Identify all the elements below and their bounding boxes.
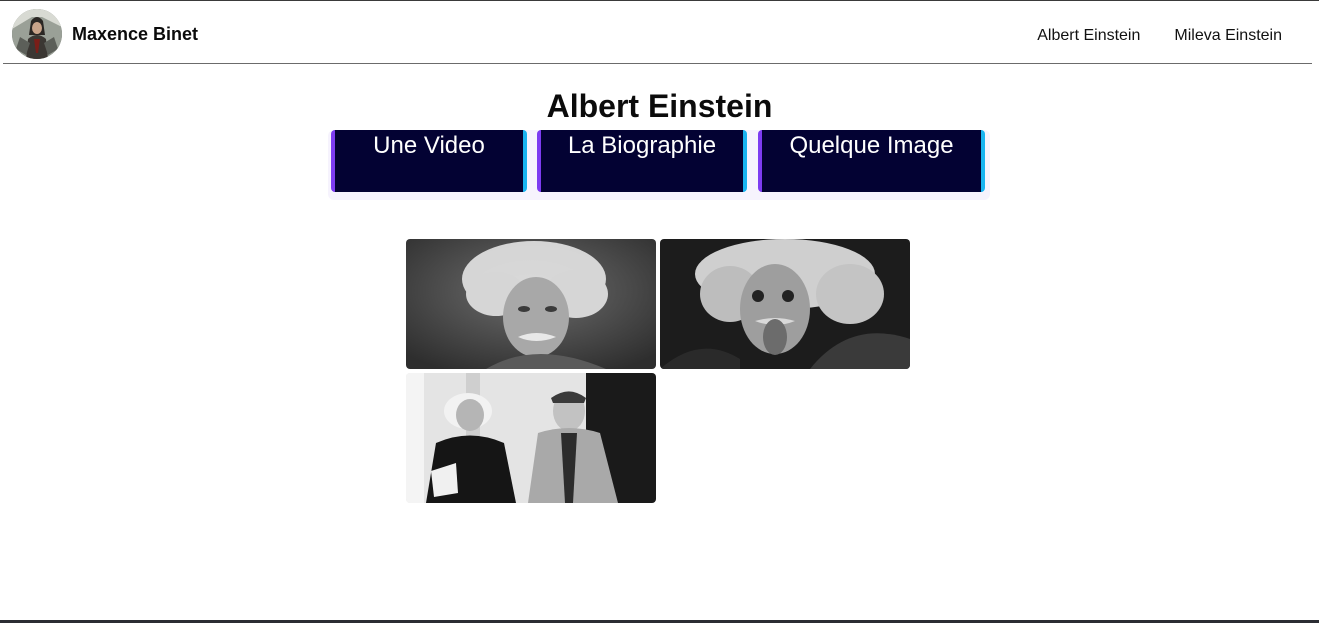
page-title: Albert Einstein xyxy=(546,88,773,124)
nav-links: Albert Einstein Mileva Einstein xyxy=(1037,27,1282,45)
avatar-figure-icon xyxy=(12,9,62,59)
tab-une-video[interactable]: Une Video xyxy=(331,130,527,192)
tab-la-biographie[interactable]: La Biographie xyxy=(537,130,747,192)
gallery-image-einstein-portrait[interactable] xyxy=(406,239,656,369)
profile-avatar xyxy=(12,9,62,59)
nav-link-albert-einstein[interactable]: Albert Einstein xyxy=(1037,27,1140,45)
image-gallery xyxy=(406,239,912,503)
tab-quelque-image[interactable]: Quelque Image xyxy=(758,130,985,192)
gallery-image-einstein-with-colleague[interactable] xyxy=(406,373,656,503)
brand-name: Maxence Binet xyxy=(72,23,199,44)
brand[interactable]: Maxence Binet xyxy=(12,9,198,59)
tab-bar: Une Video La Biographie Quelque Image xyxy=(328,130,990,200)
gallery-image-einstein-tongue[interactable] xyxy=(660,239,910,369)
top-navbar: Maxence Binet Albert Einstein Mileva Ein… xyxy=(3,1,1312,64)
nav-link-mileva-einstein[interactable]: Mileva Einstein xyxy=(1174,27,1282,45)
